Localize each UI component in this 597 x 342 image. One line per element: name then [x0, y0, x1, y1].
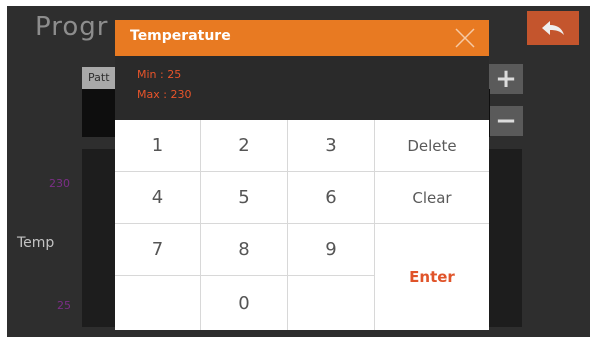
axis-min-label: 25 — [57, 299, 71, 312]
back-button[interactable] — [527, 11, 579, 45]
key-6[interactable]: 6 — [288, 172, 375, 224]
key-4[interactable]: 4 — [115, 172, 201, 224]
dialog-header: Temperature — [115, 20, 489, 56]
axis-max-label: 230 — [49, 177, 70, 190]
range-info: Min : 25 Max : 230 — [115, 56, 489, 120]
key-3[interactable]: 3 — [288, 120, 375, 172]
temp-axis-label: Temp — [17, 235, 55, 251]
key-8[interactable]: 8 — [201, 224, 288, 276]
key-0[interactable]: 0 — [201, 276, 288, 330]
subtract-button[interactable]: − — [489, 106, 523, 136]
back-arrow-icon — [542, 21, 564, 35]
empty-key-left — [115, 276, 201, 330]
add-button[interactable]: + — [489, 64, 523, 94]
key-7[interactable]: 7 — [115, 224, 201, 276]
key-2[interactable]: 2 — [201, 120, 288, 172]
max-value-text: Max : 230 — [137, 88, 192, 101]
close-button[interactable] — [453, 26, 477, 50]
screen-title: Progr — [35, 12, 109, 42]
temperature-dialog: Temperature Min : 25 Max : 230 1 2 3 Del… — [115, 20, 489, 330]
key-5[interactable]: 5 — [201, 172, 288, 224]
numeric-keypad: 1 2 3 Delete 4 5 6 Clear 7 8 9 Enter 0 — [115, 120, 489, 330]
close-icon — [455, 28, 475, 48]
clear-button[interactable]: Clear — [375, 172, 489, 224]
key-1[interactable]: 1 — [115, 120, 201, 172]
min-value-text: Min : 25 — [137, 68, 182, 81]
dialog-title: Temperature — [130, 28, 231, 44]
empty-key-right — [288, 276, 375, 330]
delete-button[interactable]: Delete — [375, 120, 489, 172]
enter-button[interactable]: Enter — [375, 224, 489, 330]
key-9[interactable]: 9 — [288, 224, 375, 276]
